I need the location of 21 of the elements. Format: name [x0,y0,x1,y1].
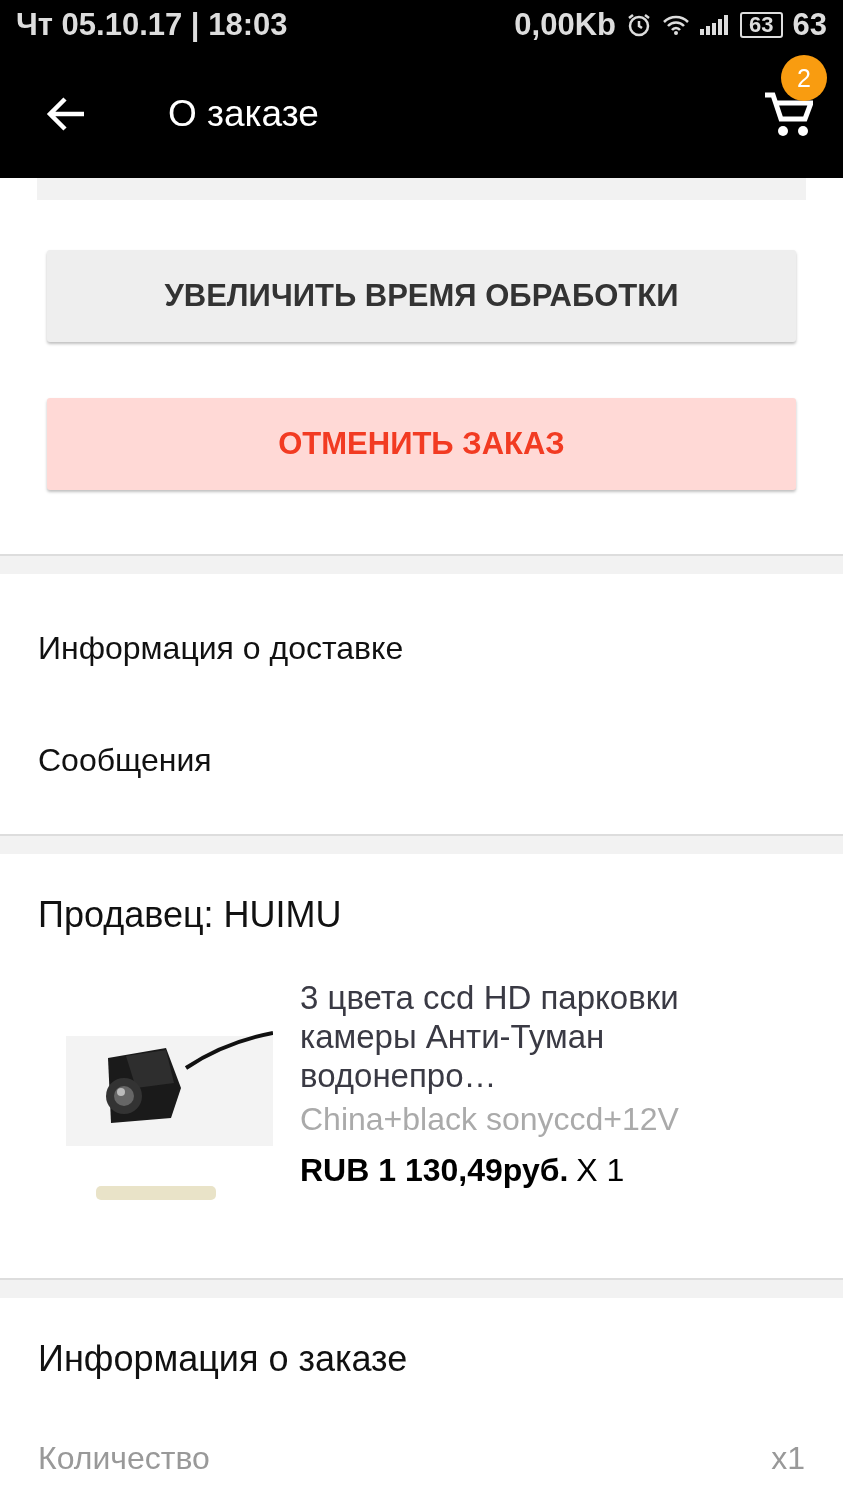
back-icon[interactable] [46,96,86,132]
signal-icon [700,15,731,35]
menu-item[interactable]: Сообщения [38,704,805,816]
wifi-icon [662,14,691,36]
cart-icon[interactable] [763,91,813,139]
product-quantity: X 1 [576,1152,625,1188]
product-price: RUB 1 130,49руб. [300,1152,569,1188]
screen-title: О заказе [168,93,320,135]
battery-icon: 63 [740,12,783,38]
menu-item[interactable]: Информация о доставке [38,592,805,704]
field-value: x1 [771,1440,805,1477]
network-speed: 0,00Kb [514,7,617,43]
status-time: Чт 05.10.17 | 18:03 [16,7,288,43]
section-title: Информация о заказе [38,1338,409,1380]
product-variant: China+black sonyccd+12V [300,1101,680,1138]
product-title[interactable]: 3 цвета ccd HD парковки камеры Анти-Туман водонепро… [300,978,800,1095]
extend-time-button[interactable]: УВЕЛИЧИТЬ ВРЕМЯ ОБРАБОТКИ [47,250,796,342]
seller-name: Продавец: HUIMU [38,894,343,936]
cart-count-badge: 2 [781,55,827,101]
field-label: Количество [38,1440,210,1477]
battery-level: 63 [792,7,827,43]
